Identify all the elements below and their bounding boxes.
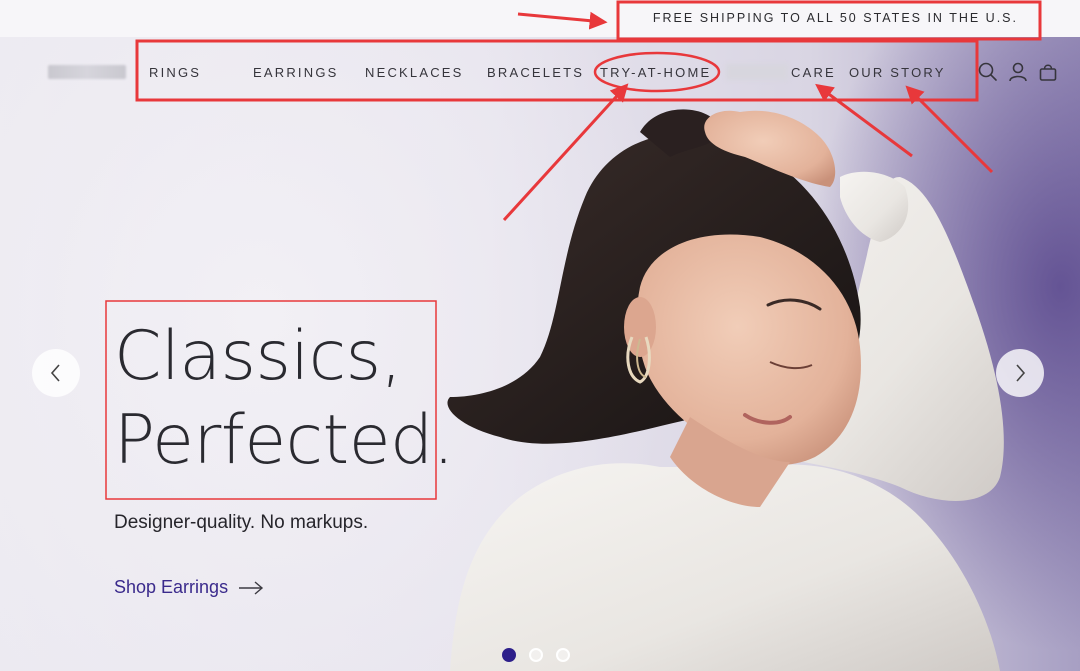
nav-item-our-story[interactable]: OUR STORY: [849, 65, 946, 80]
shop-earrings-label[interactable]: Shop Earrings: [114, 577, 228, 598]
hero-subline: Designer-quality. No markups.: [114, 512, 369, 533]
arrow-right-icon[interactable]: [238, 580, 264, 595]
carousel-prev-button[interactable]: [32, 349, 80, 397]
announcement-text: FREE SHIPPING TO ALL 50 STATES IN THE U.…: [652, 11, 1018, 25]
bag-icon[interactable]: [1037, 61, 1059, 83]
announcement-bar: FREE SHIPPING TO ALL 50 STATES IN THE U.…: [0, 0, 1080, 37]
carousel-dot-3[interactable]: [556, 648, 570, 662]
nav-item-necklaces[interactable]: NECKLACES: [365, 65, 464, 80]
nav-item-redacted[interactable]: [726, 64, 788, 80]
shop-earrings-link[interactable]: Shop Earrings: [114, 577, 264, 598]
account-icon[interactable]: [1007, 61, 1029, 83]
nav-item-bracelets[interactable]: BRACELETS: [487, 65, 584, 80]
carousel-dot-2[interactable]: [529, 648, 543, 662]
hero-headline-line-1: Classics,: [114, 317, 402, 396]
main-nav: RINGS EARRINGS NECKLACES BRACELETS TRY-A…: [0, 65, 1080, 81]
nav-item-earrings[interactable]: EARRINGS: [253, 65, 339, 80]
nav-item-try-at-home[interactable]: TRY-AT-HOME: [600, 65, 711, 80]
carousel-next-button[interactable]: [996, 349, 1044, 397]
hero-headline: Classics, Perfected.: [114, 315, 454, 483]
nav-item-rings[interactable]: RINGS: [149, 65, 201, 80]
hero-headline-line-2: Perfected.: [114, 401, 454, 480]
hero-banner: RINGS EARRINGS NECKLACES BRACELETS TRY-A…: [0, 37, 1080, 671]
chevron-left-icon: [50, 364, 60, 382]
chevron-right-icon: [1016, 364, 1026, 382]
carousel-dot-1[interactable]: [502, 648, 516, 662]
nav-item-care[interactable]: CARE: [791, 65, 836, 80]
search-icon[interactable]: [977, 61, 999, 83]
carousel-dots: [502, 648, 570, 662]
